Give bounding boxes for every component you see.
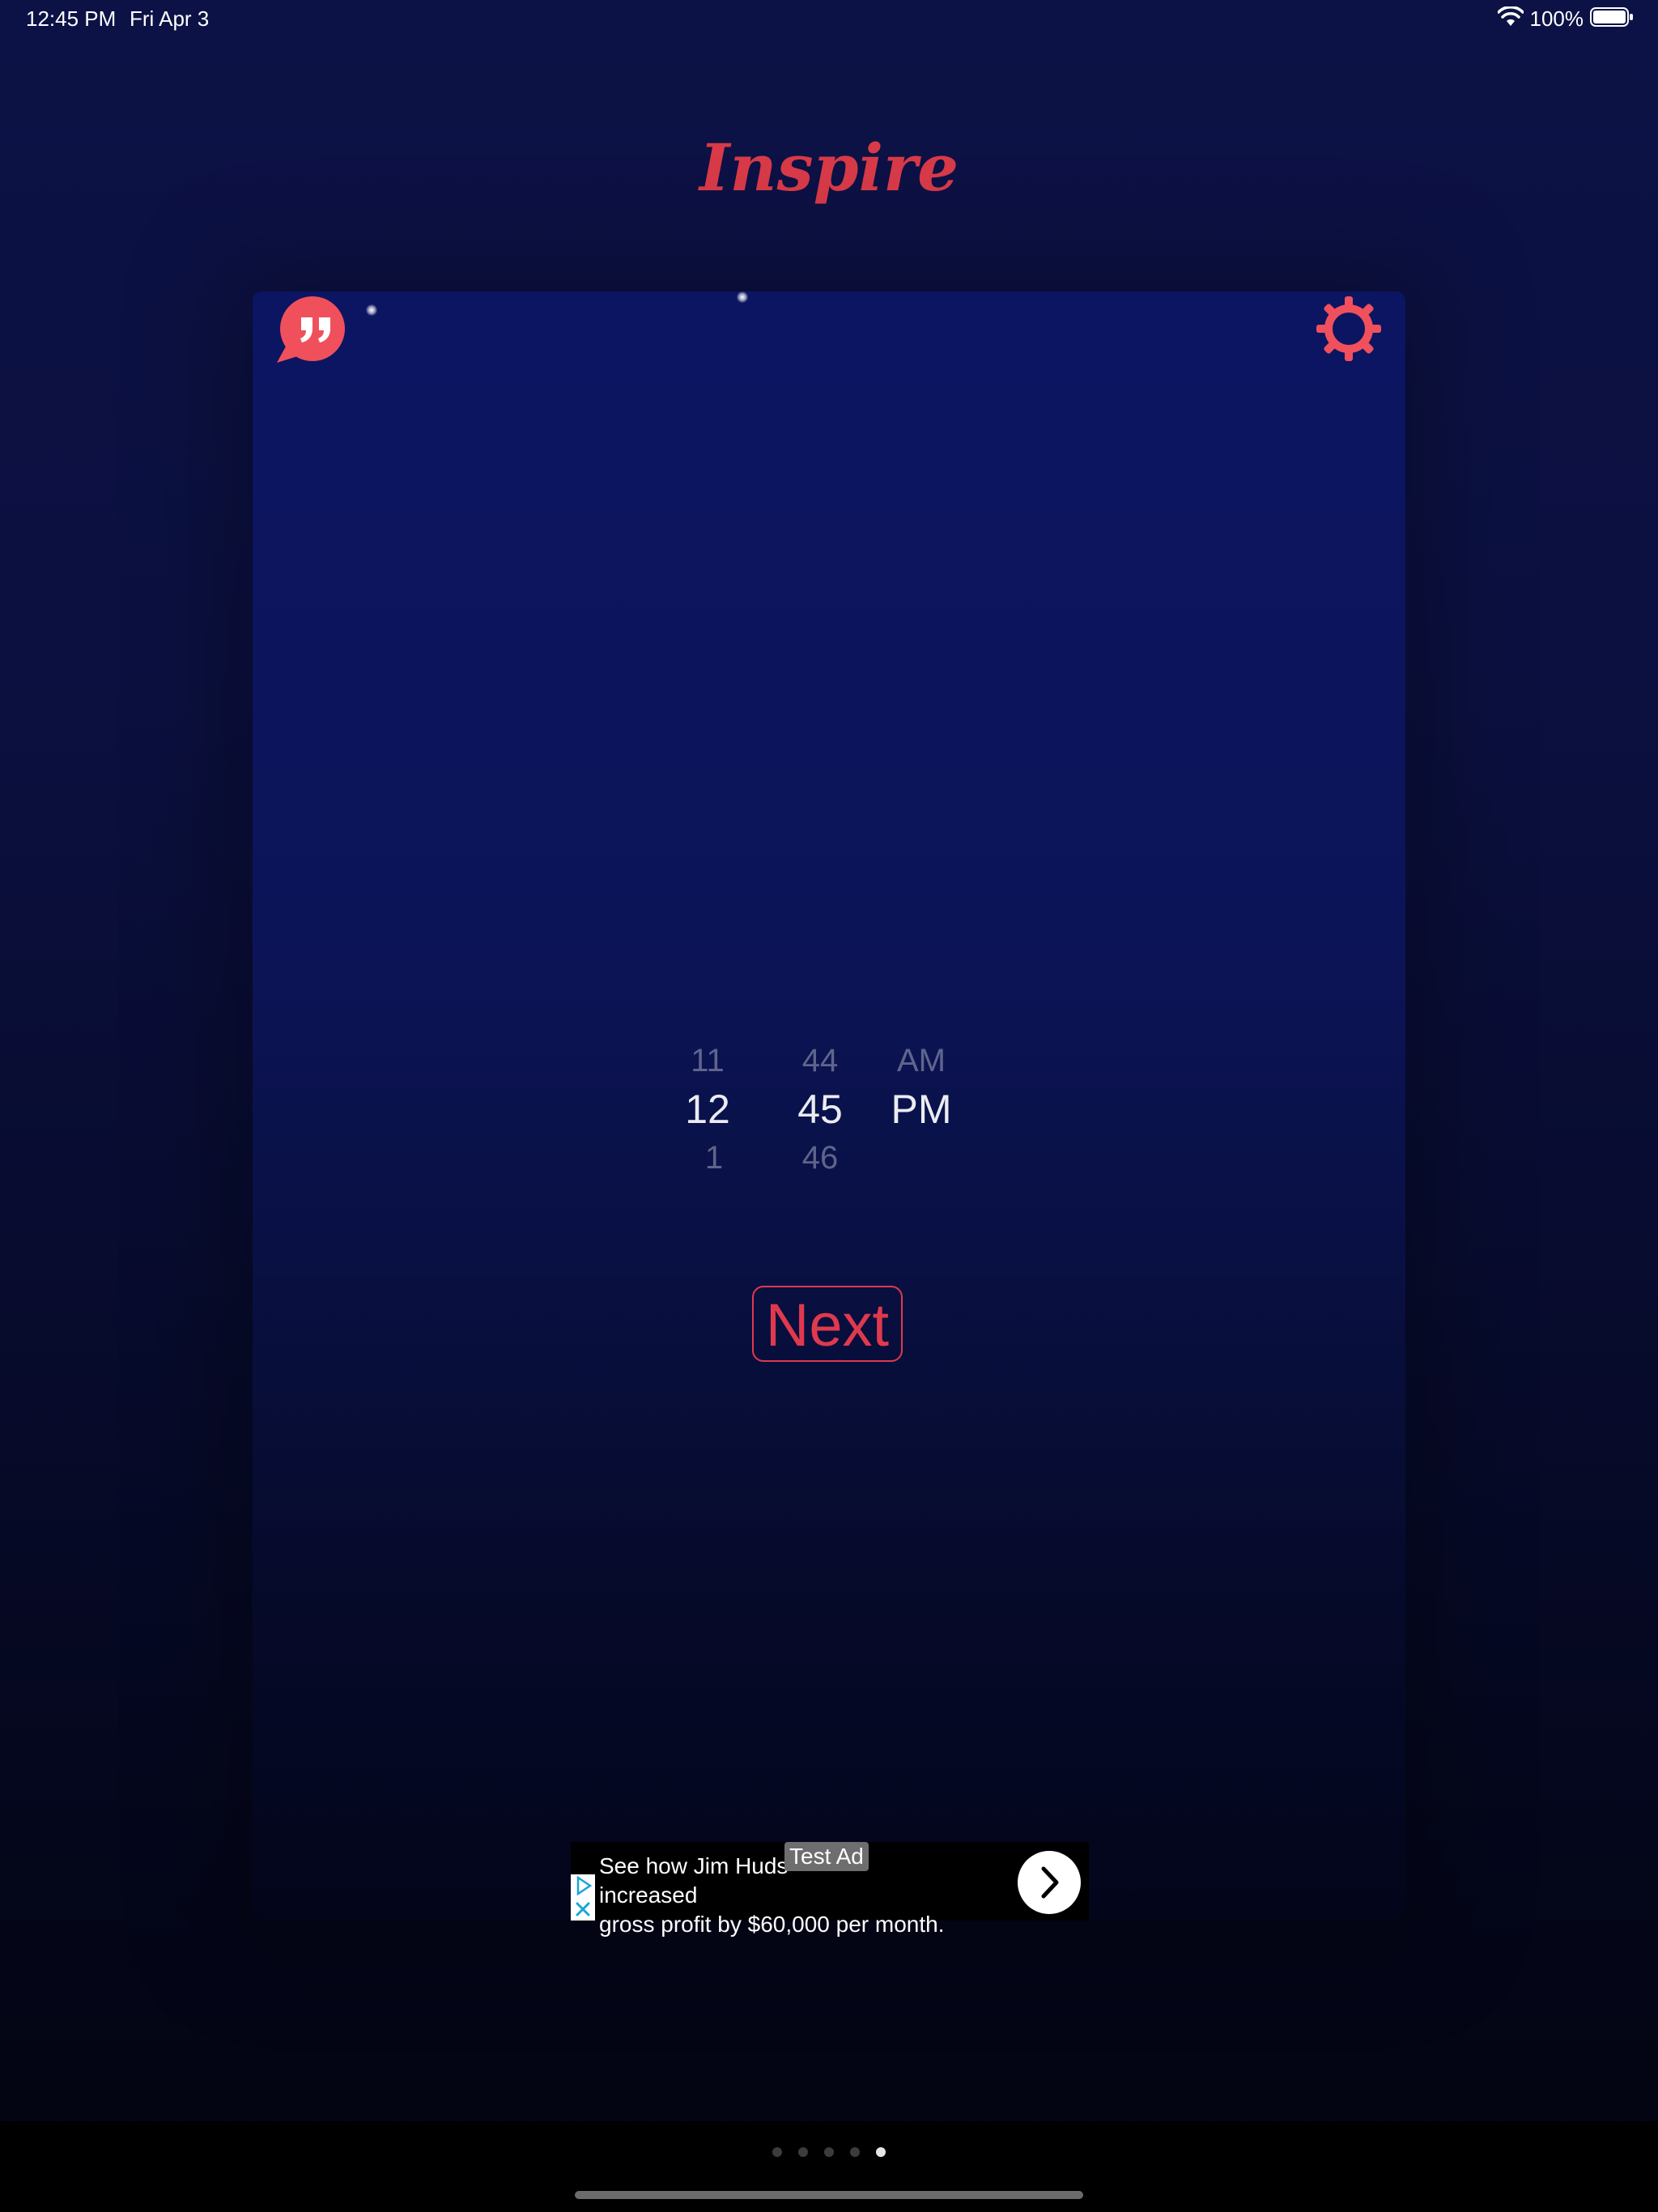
minute-selected: 45 — [797, 1087, 843, 1132]
battery-icon — [1590, 6, 1634, 32]
ad-open-button[interactable] — [1018, 1851, 1081, 1914]
minute-prev: 44 — [801, 1043, 839, 1078]
main-card: 11 12 1 44 45 46 AM PM Next — [253, 291, 1405, 1919]
hour-next: 1 — [704, 1140, 724, 1176]
ad-text-line1-start: See how Jim Huds — [599, 1853, 789, 1878]
status-indicators: 100% — [1496, 6, 1635, 32]
period-prev: AM — [897, 1043, 946, 1078]
quote-bubble-icon — [275, 296, 348, 371]
page-dot-active[interactable] — [876, 2147, 886, 2157]
page-dot[interactable] — [772, 2147, 782, 2157]
minute-next: 46 — [801, 1140, 839, 1176]
hour-prev: 11 — [691, 1043, 725, 1078]
page-indicator[interactable] — [0, 2147, 1658, 2157]
ad-text-line1-end: increased — [599, 1882, 698, 1908]
settings-button[interactable] — [1315, 295, 1383, 363]
next-button[interactable]: Next — [752, 1286, 903, 1362]
time-picker[interactable]: 11 12 1 44 45 46 AM PM — [253, 1036, 1405, 1198]
ad-choices-icon[interactable] — [571, 1874, 595, 1921]
home-indicator[interactable] — [575, 2191, 1083, 2199]
test-ad-badge: Test Ad — [784, 1842, 869, 1871]
sparkle-decoration — [366, 304, 377, 316]
status-date: Fri Apr 3 — [130, 6, 210, 31]
period-column[interactable]: AM PM — [873, 1036, 970, 1134]
ad-text-line2: gross profit by $60,000 per month. — [599, 1912, 945, 1937]
chevron-right-icon — [1018, 1866, 1081, 1917]
hour-selected: 12 — [685, 1087, 730, 1132]
page-dot[interactable] — [850, 2147, 860, 2157]
minute-column[interactable]: 44 45 46 — [772, 1036, 869, 1182]
page-dot[interactable] — [824, 2147, 834, 2157]
period-selected: PM — [891, 1087, 952, 1132]
status-time: 12:45 PM — [26, 6, 117, 31]
app-title: Inspire — [699, 130, 959, 206]
wifi-icon — [1496, 6, 1524, 32]
hour-column[interactable]: 11 12 1 — [659, 1036, 756, 1182]
bottom-bar — [0, 2121, 1658, 2212]
gear-icon — [1315, 296, 1383, 366]
status-bar: 12:45 PM Fri Apr 3 100% — [0, 0, 1658, 39]
sparkle-decoration — [737, 291, 748, 303]
page-dot[interactable] — [798, 2147, 808, 2157]
battery-percent: 100% — [1529, 6, 1584, 31]
quote-button[interactable] — [275, 295, 348, 368]
ad-banner[interactable]: See how Jim Huds increased gross profit … — [571, 1842, 1089, 1937]
